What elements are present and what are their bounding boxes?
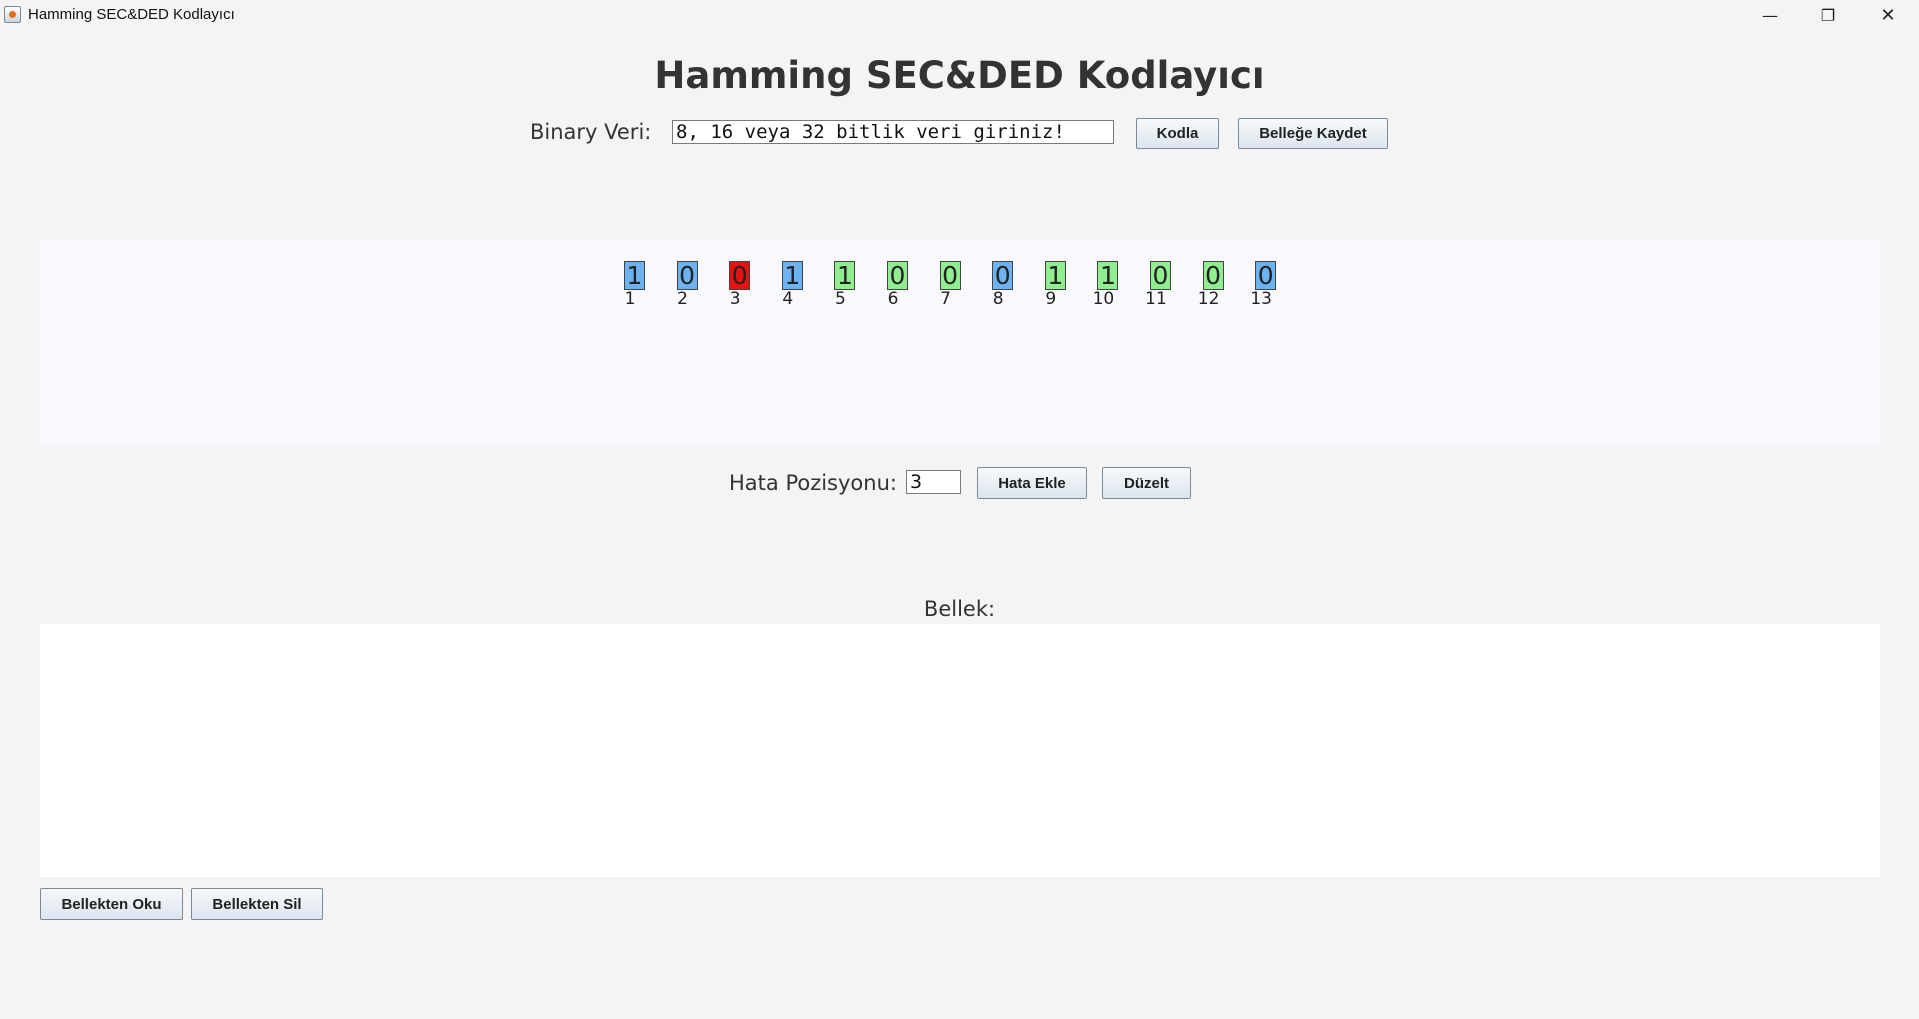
bit-cell: 1	[781, 261, 803, 290]
app-title: Hamming SEC&DED Kodlayıcı	[654, 54, 1265, 97]
bit-cell: 0	[887, 261, 908, 290]
error-position-input[interactable]	[906, 470, 961, 494]
bit-cell: 0	[939, 261, 961, 290]
bit-cell: 0	[676, 261, 698, 290]
bit-cell: 0	[992, 261, 1014, 290]
binary-data-input[interactable]	[672, 120, 1114, 144]
java-app-icon	[4, 6, 21, 23]
fix-button[interactable]: Düzelt	[1102, 467, 1191, 499]
window-title: Hamming SEC&DED Kodlayıcı	[28, 6, 235, 23]
bit-cell: 1	[834, 261, 856, 290]
bit-cell: 0	[729, 261, 751, 290]
bit-position-label: 11	[1145, 289, 1167, 309]
bit-position-label: 2	[677, 289, 688, 309]
read-from-memory-button[interactable]: Bellekten Oku	[40, 888, 183, 920]
restore-icon[interactable]: ❐	[1800, 0, 1856, 30]
memory-label: Bellek:	[923, 597, 996, 621]
bit-position-label: 4	[782, 289, 794, 309]
bit-cell: 0	[1150, 261, 1171, 290]
bit-cell: 0	[1255, 261, 1277, 290]
binary-data-label: Binary Veri:	[530, 120, 652, 144]
bit-position-label: 1	[624, 289, 636, 309]
title-bar: Hamming SEC&DED Kodlayıcı — ❐ ✕	[0, 0, 1919, 30]
save-to-memory-button[interactable]: Belleğe Kaydet	[1238, 118, 1388, 149]
bit-cell: 1	[1044, 261, 1066, 290]
bit-cell: 0	[1202, 261, 1224, 290]
bit-cell: 1	[1097, 261, 1119, 290]
bit-position-label: 6	[887, 289, 899, 309]
bit-position-label: 5	[834, 289, 846, 309]
add-error-button[interactable]: Hata Ekle	[977, 467, 1087, 499]
minimize-icon[interactable]: —	[1742, 0, 1798, 30]
delete-from-memory-button[interactable]: Bellekten Sil	[191, 888, 323, 920]
bit-position-label: 12	[1197, 289, 1220, 309]
bit-position-label: 13	[1250, 289, 1272, 309]
close-icon[interactable]: ✕	[1860, 0, 1916, 30]
encode-button[interactable]: Kodla	[1136, 118, 1219, 149]
bit-cell: 1	[624, 261, 645, 290]
bit-position-label: 9	[1045, 289, 1057, 309]
bit-position-label: 7	[940, 289, 951, 309]
bit-position-label: 10	[1092, 289, 1115, 309]
bit-position-label: 8	[992, 289, 1004, 309]
error-position-label: Hata Pozisyonu:	[729, 471, 897, 495]
bit-position-label: 3	[729, 289, 741, 309]
memory-list[interactable]	[40, 624, 1880, 877]
